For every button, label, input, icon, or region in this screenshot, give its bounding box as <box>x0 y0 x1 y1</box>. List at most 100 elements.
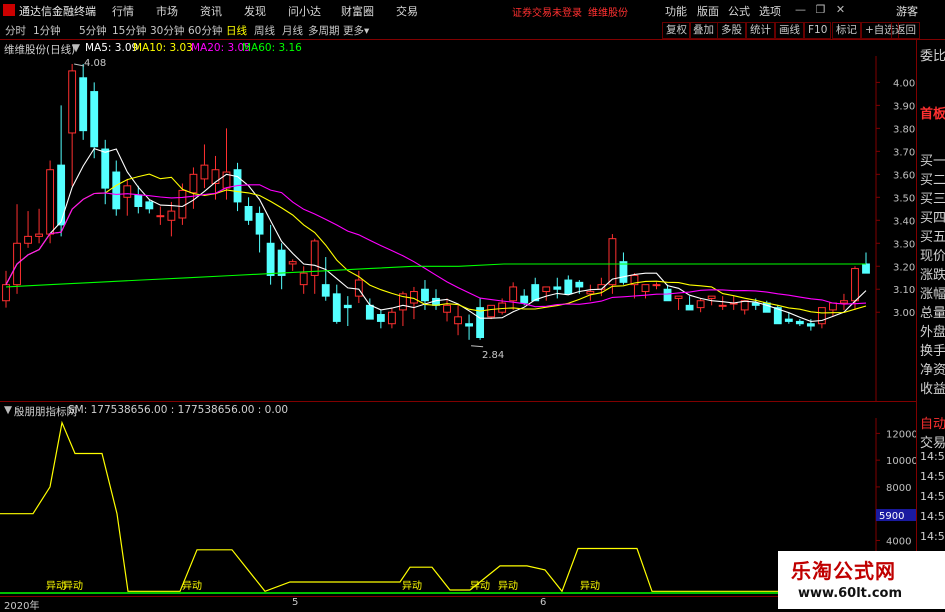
sub-indicator-menu-icon[interactable]: ▼ <box>4 404 12 416</box>
candle <box>13 204 21 294</box>
candle <box>35 208 43 244</box>
indicator-menu-icon[interactable]: ▼ <box>72 42 80 54</box>
period-tab-active[interactable]: 日线 <box>226 23 247 38</box>
candle-body <box>542 286 551 293</box>
period-tab[interactable]: 5分钟 <box>79 23 107 38</box>
candle-body <box>619 261 628 283</box>
indicator-tick-label: 12000 <box>886 429 916 440</box>
candle <box>2 270 10 308</box>
candle-body <box>851 268 859 302</box>
price-tick-label: 4.00 <box>893 78 915 89</box>
candle-body <box>354 279 363 297</box>
period-tab[interactable]: 月线 <box>282 23 303 38</box>
overlay-button[interactable]: 叠加 <box>689 22 718 39</box>
candle-body <box>553 286 562 290</box>
guest-label[interactable]: 游客 <box>896 3 918 19</box>
candle <box>564 275 573 295</box>
menu-item-function[interactable]: 功能 <box>665 3 687 19</box>
menu-item-discover[interactable]: 发现 <box>244 3 266 19</box>
candle <box>421 280 429 310</box>
period-tab[interactable]: 15分钟 <box>112 23 146 38</box>
candle <box>112 160 121 216</box>
back-button[interactable]: 返回 <box>891 22 920 39</box>
candle-body <box>840 300 848 304</box>
candle <box>619 252 628 285</box>
price-tick-label: 3.00 <box>893 308 915 319</box>
menu-item-formula[interactable]: 公式 <box>728 3 750 19</box>
candle-body <box>862 263 870 274</box>
menu-item-ask[interactable]: 问小达 <box>288 3 321 19</box>
candle-body <box>696 300 705 309</box>
sm-label: SM: 177538656.00 : 177538656.00 : 0.00 <box>68 404 289 416</box>
event-label: 异动 <box>470 580 490 592</box>
candlestick-chart: 4.00 3.90 3.80 3.70 3.60 3.50 3.40 3.30 3.20 3.10… <box>2 56 915 401</box>
draw-line-button[interactable]: 画线 <box>775 22 804 39</box>
candle <box>542 286 551 301</box>
candle <box>321 257 330 301</box>
event-label: 异动 <box>63 580 83 592</box>
f10-button[interactable]: F10 <box>804 22 832 39</box>
period-tab[interactable]: 30分钟 <box>150 23 184 38</box>
menu-item-market[interactable]: 市场 <box>156 3 178 19</box>
candle <box>718 296 727 310</box>
candle-body <box>586 291 595 295</box>
event-label: 异动 <box>402 580 422 592</box>
statistics-button[interactable]: 统计 <box>746 22 775 39</box>
mark-button[interactable]: 标记 <box>832 22 861 39</box>
candle <box>795 319 804 327</box>
quote-panel-item: 现价 <box>920 249 945 264</box>
candle-body <box>707 295 716 299</box>
menu-item-trade[interactable]: 交易 <box>396 3 418 19</box>
menu-item-quotes[interactable]: 行情 <box>112 3 134 19</box>
candle <box>586 284 595 301</box>
candle-body <box>795 320 804 325</box>
quote-panel-item: 14:56 <box>920 530 945 543</box>
candle-body <box>288 261 297 265</box>
current-value-label: 5900 <box>879 511 904 522</box>
price-tick-label: 3.30 <box>893 239 915 250</box>
menu-item-wealth[interactable]: 财富圈 <box>341 3 374 19</box>
candle-body <box>35 233 43 237</box>
ma60-label: MA60: 3.16 <box>242 42 302 54</box>
candle <box>652 282 661 290</box>
period-tab[interactable]: 分时 <box>5 23 26 38</box>
adjust-button[interactable]: 复权 <box>662 22 691 39</box>
candle <box>332 284 341 324</box>
menu-item-layout[interactable]: 版面 <box>697 3 719 19</box>
price-tick-label: 3.40 <box>893 216 915 227</box>
sub-chart-infobar: ▼ 殷朋朋指标网 SM: 177538656.00 : 177538656.00… <box>0 401 916 418</box>
restore-icon[interactable]: ❐ <box>813 2 828 17</box>
candle <box>299 266 308 294</box>
minimize-icon[interactable]: — <box>793 2 808 17</box>
period-tab[interactable]: 多周期 <box>308 23 340 38</box>
event-label: 异动 <box>182 580 202 592</box>
candle <box>24 211 32 248</box>
app-logo-icon <box>3 4 15 16</box>
menu-item-options[interactable]: 选项 <box>759 3 781 19</box>
candle <box>167 201 176 237</box>
period-tab[interactable]: 60分钟 <box>188 23 222 38</box>
quote-panel-item: 涨跌 <box>920 268 945 283</box>
menu-item-news[interactable]: 资讯 <box>200 3 222 19</box>
candle-body <box>387 311 396 325</box>
period-tab[interactable]: 周线 <box>254 23 275 38</box>
candle-body <box>178 189 187 219</box>
quote-panel-item: 首板 <box>920 107 945 122</box>
candle-body <box>575 281 584 288</box>
candle-body <box>266 242 275 276</box>
close-icon[interactable]: ✕ <box>833 2 848 17</box>
candle <box>288 259 297 271</box>
period-tab-more[interactable]: 更多▾ <box>343 23 369 38</box>
price-tick-label: 3.50 <box>893 193 915 204</box>
watermark-logo: 乐淘公式网 www.60lt.com <box>778 551 945 609</box>
candle-body <box>189 173 198 194</box>
candle-body <box>718 304 727 307</box>
multi-stock-button[interactable]: 多股 <box>717 22 746 39</box>
candle-body <box>101 148 110 189</box>
candle-body <box>321 284 330 297</box>
candle-body <box>751 302 760 306</box>
quote-panel-item: 买一 <box>920 154 945 169</box>
trade-login-status[interactable]: 证券交易未登录 <box>512 4 582 19</box>
current-stock-name: 维维股份 <box>588 8 628 19</box>
period-tab[interactable]: 1分钟 <box>33 23 61 38</box>
